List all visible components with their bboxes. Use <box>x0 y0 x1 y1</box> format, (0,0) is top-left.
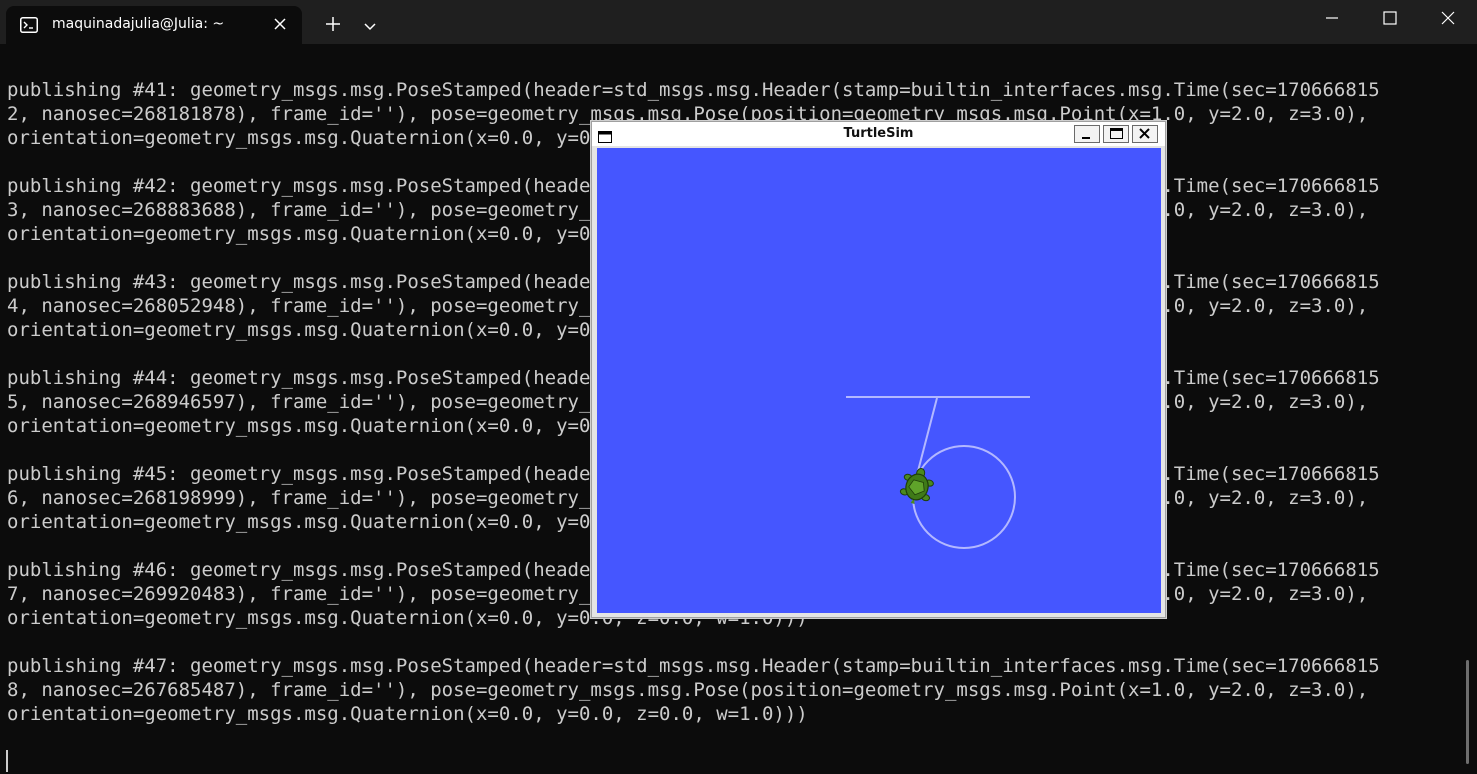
maximize-icon <box>1383 11 1397 25</box>
close-icon[interactable] <box>272 16 288 32</box>
maximize-button[interactable] <box>1361 0 1419 36</box>
turtlesim-canvas <box>597 148 1161 613</box>
turtlesim-minimize-button[interactable] <box>1074 125 1100 143</box>
maximize-icon <box>1110 128 1123 139</box>
minimize-icon <box>1082 137 1090 139</box>
terminal-icon <box>20 17 38 33</box>
turtle-icon <box>899 468 934 504</box>
text-cursor <box>6 750 8 772</box>
log-line: 8, nanosec=267685487), frame_id=''), pos… <box>7 679 1369 701</box>
turtle-path <box>846 396 1030 549</box>
minimize-icon <box>1326 17 1338 19</box>
log-entry: publishing #47: geometry_msgs.msg.PoseSt… <box>7 654 1462 726</box>
tab-terminal[interactable]: maquinadajulia@Julia: ~ <box>6 6 302 44</box>
turtlesim-close-button[interactable] <box>1132 125 1158 143</box>
log-line: orientation=geometry_msgs.msg.Quaternion… <box>7 703 808 725</box>
terminal-titlebar: maquinadajulia@Julia: ~ <box>0 0 1477 44</box>
new-tab-plus-icon[interactable] <box>324 15 342 33</box>
minimize-button[interactable] <box>1303 0 1361 36</box>
tab-title: maquinadajulia@Julia: ~ <box>52 16 225 32</box>
log-line: publishing #41: geometry_msgs.msg.PoseSt… <box>7 79 1380 101</box>
chevron-down-icon[interactable] <box>363 18 377 31</box>
turtlesim-window[interactable]: TurtleSim <box>591 121 1166 618</box>
close-icon <box>1441 11 1455 25</box>
turtlesim-maximize-button[interactable] <box>1103 125 1129 143</box>
window-close-button[interactable] <box>1419 0 1477 36</box>
turtlesim-titlebar[interactable]: TurtleSim <box>592 122 1165 146</box>
scrollbar-thumb[interactable] <box>1466 660 1469 764</box>
log-line: publishing #47: geometry_msgs.msg.PoseSt… <box>7 655 1380 677</box>
close-icon <box>1139 128 1150 139</box>
